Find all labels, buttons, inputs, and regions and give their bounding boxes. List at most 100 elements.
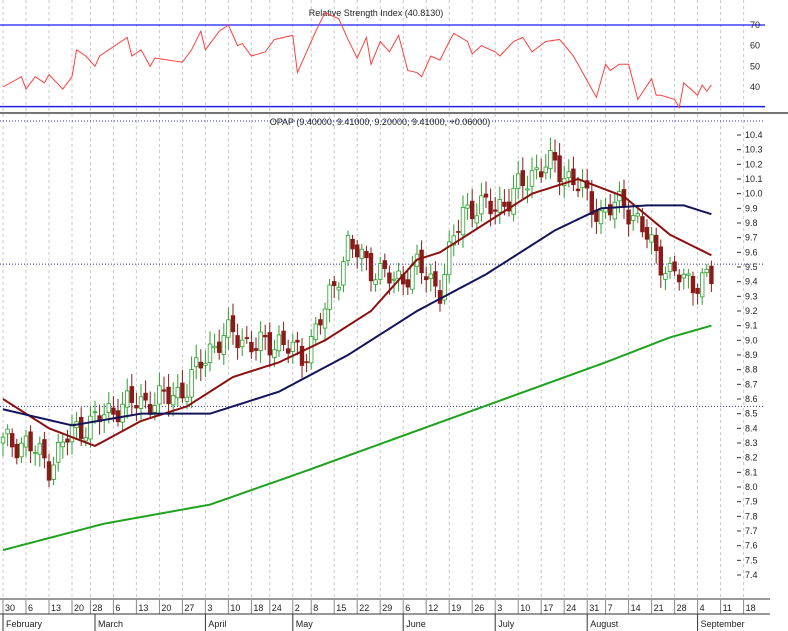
x-tick-label: 11 bbox=[723, 603, 732, 613]
month-label: March bbox=[98, 619, 123, 629]
price-tick-label: 7.7 bbox=[745, 526, 758, 536]
x-tick-label: 12 bbox=[428, 603, 438, 613]
candle-body bbox=[686, 273, 691, 276]
candle-body bbox=[681, 273, 686, 279]
candle-body bbox=[497, 199, 502, 213]
candle-body bbox=[635, 213, 640, 217]
candle-body bbox=[525, 188, 530, 191]
x-tick-label: 4 bbox=[700, 603, 705, 613]
candle-body bbox=[0, 436, 6, 444]
candle-body bbox=[33, 451, 38, 454]
x-tick-label: 27 bbox=[184, 603, 194, 613]
x-tick-label: 2 bbox=[295, 603, 300, 613]
candle-body bbox=[626, 209, 631, 225]
candle-body bbox=[649, 234, 654, 243]
month-label: June bbox=[406, 619, 426, 629]
candle-body bbox=[244, 337, 249, 339]
candle-body bbox=[88, 415, 93, 440]
price-tick-label: 8.6 bbox=[745, 394, 758, 404]
candle-body bbox=[308, 336, 314, 364]
candle-body bbox=[129, 386, 134, 403]
candle-body bbox=[663, 273, 668, 280]
x-tick-label: 6 bbox=[28, 603, 33, 613]
x-tick-label: 28 bbox=[92, 603, 102, 613]
candle-body bbox=[608, 204, 613, 216]
month-label: April bbox=[208, 619, 226, 629]
candle-body bbox=[598, 210, 604, 225]
price-tick-label: 7.4 bbox=[745, 570, 758, 580]
x-tick-label: 19 bbox=[451, 603, 461, 613]
x-tick-label: 24 bbox=[272, 603, 282, 613]
candle-body bbox=[19, 442, 24, 458]
x-tick-label: 13 bbox=[138, 603, 148, 613]
candle-body bbox=[428, 273, 433, 279]
price-tick-label: 8.7 bbox=[745, 379, 758, 389]
candle-body bbox=[350, 238, 355, 250]
candle-body bbox=[474, 215, 479, 224]
price-tick-label: 9.7 bbox=[745, 233, 758, 243]
price-tick-label: 9.6 bbox=[745, 247, 758, 257]
candle-body bbox=[672, 261, 677, 272]
candle-body bbox=[60, 441, 65, 448]
price-tick-label: 9.1 bbox=[745, 321, 758, 331]
candle-body bbox=[65, 438, 70, 443]
candle-body bbox=[488, 200, 493, 215]
rsi-tick-label: 40 bbox=[750, 82, 760, 92]
price-tick-label: 9.9 bbox=[745, 203, 758, 213]
candle-body bbox=[433, 271, 438, 287]
candle-body bbox=[516, 173, 521, 189]
x-tick-label: 3 bbox=[207, 603, 212, 613]
candle-body bbox=[134, 405, 139, 409]
candle-body bbox=[364, 250, 369, 259]
grid bbox=[2, 0, 745, 598]
month-label: August bbox=[590, 619, 619, 629]
candle-body bbox=[230, 315, 236, 333]
price-tick-label: 9.8 bbox=[745, 218, 758, 228]
candle-body bbox=[69, 423, 75, 443]
candle-body bbox=[281, 330, 286, 345]
candle-body bbox=[212, 345, 217, 349]
candle-body bbox=[161, 389, 167, 392]
candle-body bbox=[304, 361, 309, 364]
stock-chart: Relative Strength Index (40.8130) 40 50 60… bbox=[0, 0, 788, 631]
price-tick-label: 8.5 bbox=[745, 409, 758, 419]
candle-body bbox=[198, 361, 203, 369]
candle-body bbox=[285, 348, 291, 354]
candle-body bbox=[479, 195, 484, 215]
candle-body bbox=[272, 349, 277, 358]
candle-body bbox=[377, 263, 383, 280]
rsi-panel: Relative Strength Index (40.8130) 40 50 60… bbox=[0, 8, 788, 114]
x-tick-label: 17 bbox=[543, 603, 553, 613]
price-tick-label: 9.0 bbox=[745, 335, 758, 345]
candle-body bbox=[23, 435, 29, 448]
rsi-tick-label: 60 bbox=[750, 41, 760, 51]
candle-body bbox=[529, 170, 535, 187]
price-tick-label: 9.5 bbox=[745, 262, 758, 272]
price-tick-label: 7.6 bbox=[745, 541, 758, 551]
candle-body bbox=[644, 227, 650, 240]
x-tick-label: 8 bbox=[313, 603, 318, 613]
month-label: July bbox=[498, 619, 515, 629]
candle-body bbox=[658, 246, 663, 276]
candle-body bbox=[120, 403, 125, 423]
candle-body bbox=[423, 276, 429, 281]
candle-body bbox=[83, 437, 88, 442]
x-tick-label: 13 bbox=[51, 603, 61, 613]
candle-body bbox=[193, 357, 199, 367]
x-tick-label: 6 bbox=[405, 603, 410, 613]
x-tick-label: 22 bbox=[359, 603, 369, 613]
candle-body bbox=[483, 193, 489, 198]
candle-body bbox=[359, 248, 364, 259]
price-tick-label: 10.0 bbox=[745, 189, 763, 199]
candle-body bbox=[456, 231, 461, 233]
candle-body bbox=[327, 284, 332, 310]
candle-body bbox=[520, 170, 525, 187]
candle-body bbox=[56, 441, 61, 463]
candle-body bbox=[419, 249, 424, 274]
candle-body bbox=[170, 395, 176, 406]
price-tick-label: 8.8 bbox=[745, 365, 758, 375]
x-tick-label: 20 bbox=[161, 603, 171, 613]
candle-body bbox=[543, 166, 548, 174]
candle-body bbox=[437, 290, 443, 304]
price-tick-label: 10.4 bbox=[745, 130, 763, 140]
